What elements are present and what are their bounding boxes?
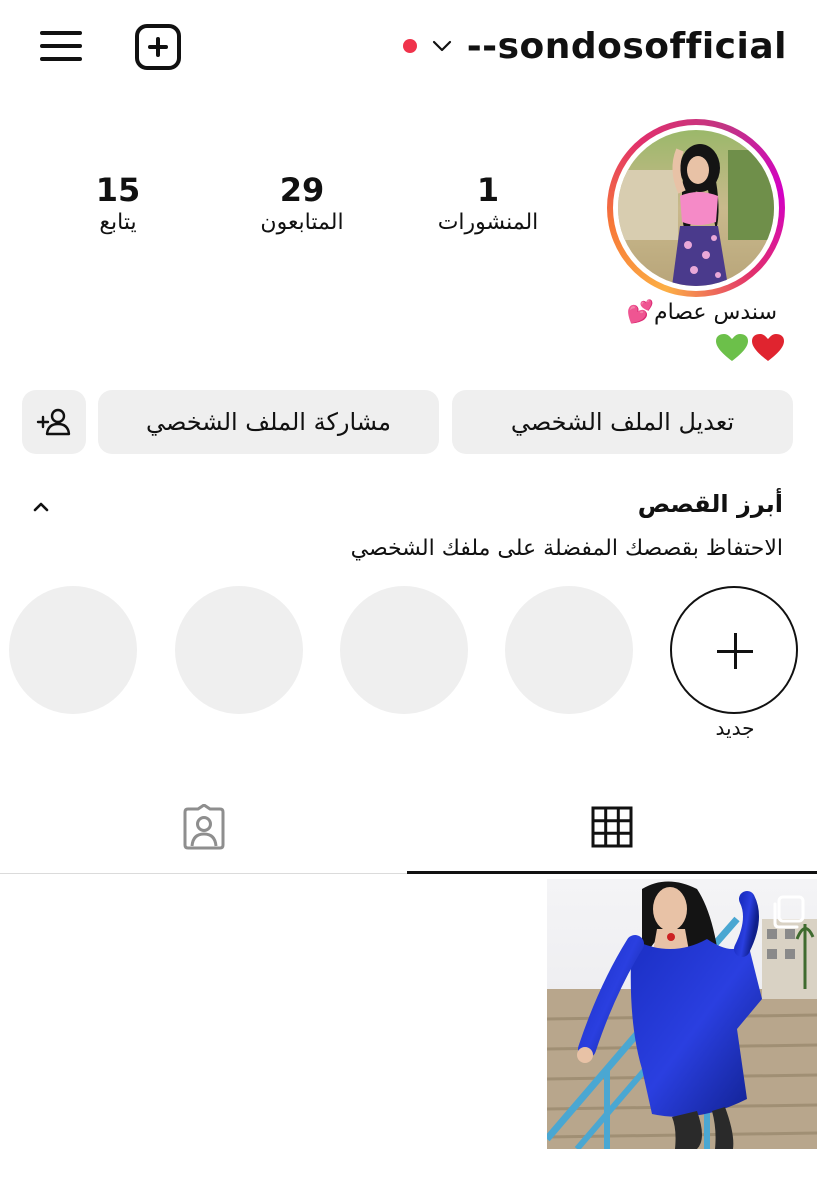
stat-posts-value: 1: [476, 171, 500, 209]
pink-hearts-emoji: 💕: [626, 300, 654, 325]
chevron-down-icon: [432, 40, 451, 52]
active-tab-indicator: [407, 871, 817, 874]
add-person-icon: [36, 408, 71, 436]
stat-followers[interactable]: 29 المتابعون: [232, 172, 372, 238]
share-profile-button[interactable]: مشاركة الملف الشخصي: [98, 390, 439, 454]
green-heart-icon: [716, 334, 748, 361]
multiple-images-icon: [773, 895, 805, 929]
discover-people-button[interactable]: [22, 390, 86, 454]
new-highlight-button[interactable]: [670, 586, 798, 714]
tab-tagged[interactable]: [0, 780, 408, 874]
highlight-placeholder: [340, 586, 468, 714]
highlights-subtitle: الاحتفاظ بقصصك المفضلة على ملفك الشخصي: [350, 536, 783, 561]
avatar: [618, 130, 774, 286]
stat-followers-value: 29: [279, 171, 325, 209]
account-switcher[interactable]: --sondosofficial: [402, 20, 787, 72]
menu-icon[interactable]: [40, 27, 84, 65]
stat-posts-label: المنشورات: [437, 210, 539, 235]
avatar-story-ring[interactable]: [607, 119, 785, 297]
chevron-up-icon[interactable]: [30, 496, 52, 518]
stat-following-label: يتابع: [99, 210, 137, 235]
highlight-placeholder: [9, 586, 137, 714]
bio-emojis: 💚 ❤️: [715, 333, 785, 363]
highlights-title: أبرز القصص: [637, 490, 783, 518]
stat-following-value: 15: [95, 171, 141, 209]
highlight-placeholder: [505, 586, 633, 714]
notification-dot: [402, 39, 417, 53]
post-thumbnail[interactable]: [547, 879, 817, 1149]
display-name-text: سندس عصام: [654, 300, 777, 325]
tagged-person-icon: [183, 804, 225, 850]
display-name: سندس عصام💕: [627, 300, 777, 325]
tab-grid[interactable]: [408, 780, 816, 874]
stat-followers-label: المتابعون: [260, 210, 344, 235]
edit-profile-button[interactable]: تعديل الملف الشخصي: [452, 390, 793, 454]
red-heart-icon: [752, 334, 784, 361]
new-highlight-label: جديد: [715, 716, 755, 740]
highlight-placeholder: [175, 586, 303, 714]
username: --sondosofficial: [466, 25, 787, 67]
top-bar: --sondosofficial: [0, 0, 817, 95]
stat-posts[interactable]: 1 المنشورات: [418, 172, 558, 238]
grid-icon: [591, 806, 633, 848]
new-post-icon[interactable]: [135, 24, 181, 70]
stat-following[interactable]: 15 يتابع: [50, 172, 186, 238]
